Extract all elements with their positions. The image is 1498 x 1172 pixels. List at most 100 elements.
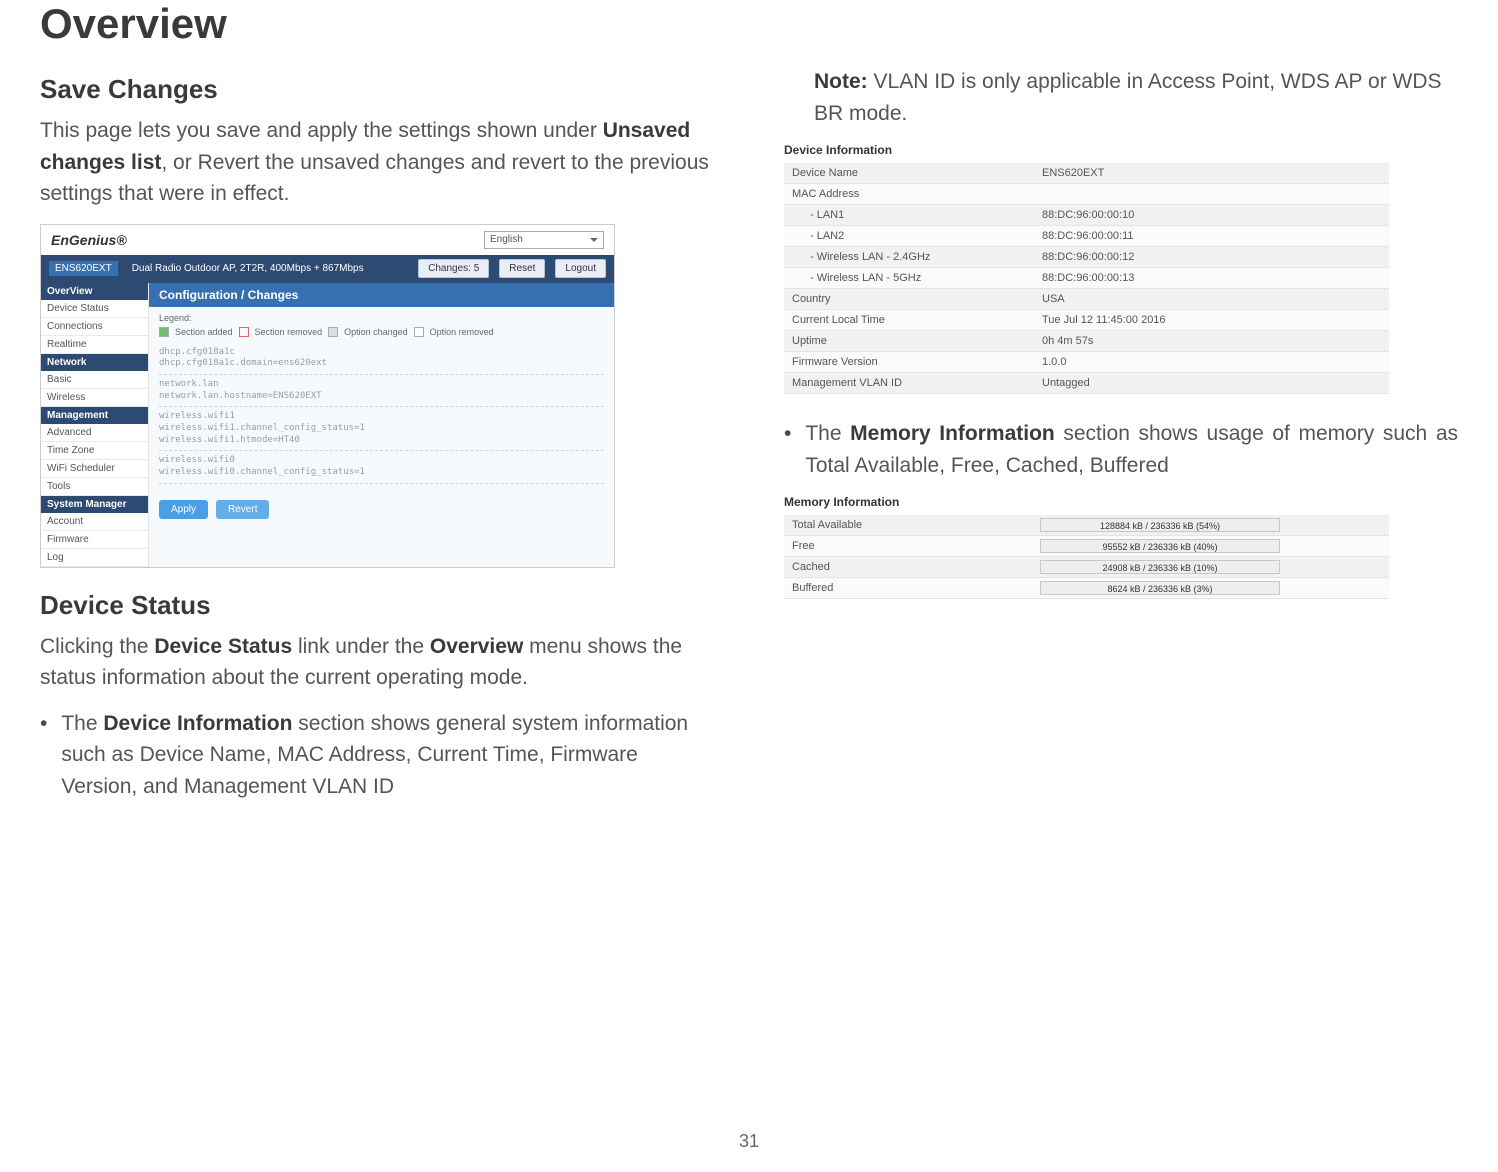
shot1-main: Configuration / Changes Legend: Section … bbox=[149, 283, 614, 567]
sidebar-header-system-manager[interactable]: System Manager bbox=[41, 496, 148, 513]
opt: wireless.wifi1 bbox=[159, 411, 604, 423]
vlan-note: Note: VLAN ID is only applicable in Acce… bbox=[784, 66, 1458, 129]
table-row: CountryUSA bbox=[784, 289, 1389, 310]
text: The bbox=[805, 422, 850, 445]
cell-value: ENS620EXT bbox=[1034, 163, 1389, 184]
right-column: Note: VLAN ID is only applicable in Acce… bbox=[784, 66, 1458, 816]
text: Clicking the bbox=[40, 635, 154, 658]
sidebar-header-management[interactable]: Management bbox=[41, 407, 148, 424]
shot1-topbar: EnGenius® English bbox=[41, 225, 614, 255]
legend-added: Section added bbox=[175, 327, 233, 337]
sidebar-item-firmware[interactable]: Firmware bbox=[41, 531, 148, 549]
opt: dhcp.cfg018a1c bbox=[159, 347, 604, 359]
text: The bbox=[61, 712, 103, 735]
sidebar-header-overview[interactable]: OverView bbox=[41, 283, 148, 300]
table-row: Uptime0h 4m 57s bbox=[784, 331, 1389, 352]
cell-value: Tue Jul 12 11:45:00 2016 bbox=[1034, 310, 1389, 331]
opt: wireless.wifi0 bbox=[159, 455, 604, 467]
left-column: Save Changes This page lets you save and… bbox=[40, 66, 714, 816]
device-status-strong: Device Status bbox=[154, 635, 292, 658]
overview-strong: Overview bbox=[430, 635, 523, 658]
sidebar-item-connections[interactable]: Connections bbox=[41, 318, 148, 336]
chevron-down-icon bbox=[590, 238, 598, 242]
progress-bar: 128884 kB / 236336 kB (54%) bbox=[1040, 518, 1280, 532]
cell-label: Uptime bbox=[784, 331, 1034, 352]
cell-value: 88:DC:96:00:00:10 bbox=[1034, 205, 1389, 226]
option-line: wireless.wifi0 wireless.wifi0.channel_co… bbox=[159, 451, 604, 483]
cell-label: Firmware Version bbox=[784, 352, 1034, 373]
shot1-body: OverView Device Status Connections Realt… bbox=[41, 283, 614, 567]
mem-bar-wrap: 8624 kB / 236336 kB (3%) bbox=[1034, 578, 1389, 598]
table-row: - LAN288:DC:96:00:00:11 bbox=[784, 226, 1389, 247]
text: This page lets you save and apply the se… bbox=[40, 119, 603, 142]
table-row: - Wireless LAN - 2.4GHz88:DC:96:00:00:12 bbox=[784, 247, 1389, 268]
revert-button[interactable]: Revert bbox=[216, 500, 269, 519]
save-changes-paragraph: This page lets you save and apply the se… bbox=[40, 115, 714, 210]
sidebar-header-network[interactable]: Network bbox=[41, 354, 148, 371]
logout-button[interactable]: Logout bbox=[555, 259, 606, 278]
two-column-layout: Save Changes This page lets you save and… bbox=[40, 66, 1458, 816]
bullet-dot-icon: • bbox=[784, 418, 791, 495]
apply-button[interactable]: Apply bbox=[159, 500, 208, 519]
cell-value: 1.0.0 bbox=[1034, 352, 1389, 373]
device-info-bullet-text: The Device Information section shows gen… bbox=[61, 708, 714, 803]
legend-swatch-added-icon bbox=[159, 327, 169, 337]
device-info-table-title: Device Information bbox=[784, 143, 1389, 157]
memory-info-table-title: Memory Information bbox=[784, 495, 1389, 509]
page-number: 31 bbox=[0, 1131, 1498, 1152]
table-row: - LAN188:DC:96:00:00:10 bbox=[784, 205, 1389, 226]
memory-info-bullet: • The Memory Information section shows u… bbox=[784, 418, 1458, 495]
legend-label: Legend: bbox=[159, 313, 604, 323]
cell-value: 0h 4m 57s bbox=[1034, 331, 1389, 352]
sidebar-item-wireless[interactable]: Wireless bbox=[41, 389, 148, 407]
option-line: wireless.wifi1 wireless.wifi1.channel_co… bbox=[159, 407, 604, 451]
legend-option-changed: Option changed bbox=[344, 327, 408, 337]
memory-row: Cached 24908 kB / 236336 kB (10%) bbox=[784, 557, 1389, 578]
config-changes-screenshot: EnGenius® English ENS620EXT Dual Radio O… bbox=[40, 224, 615, 568]
sidebar-item-realtime[interactable]: Realtime bbox=[41, 336, 148, 354]
sidebar-item-time-zone[interactable]: Time Zone bbox=[41, 442, 148, 460]
device-information-strong: Device Information bbox=[103, 712, 292, 735]
mem-value: 95552 kB / 236336 kB (40%) bbox=[1041, 540, 1279, 552]
sidebar-item-wifi-scheduler[interactable]: WiFi Scheduler bbox=[41, 460, 148, 478]
memory-row: Total Available 128884 kB / 236336 kB (5… bbox=[784, 515, 1389, 536]
cell-label: - Wireless LAN - 2.4GHz bbox=[784, 247, 1034, 268]
mem-label: Total Available bbox=[784, 515, 1034, 535]
language-select[interactable]: English bbox=[484, 231, 604, 249]
table-row: Firmware Version1.0.0 bbox=[784, 352, 1389, 373]
config-changes-title: Configuration / Changes bbox=[149, 283, 614, 307]
sidebar-item-log[interactable]: Log bbox=[41, 549, 148, 567]
sidebar-item-device-status[interactable]: Device Status bbox=[41, 300, 148, 318]
action-buttons: Apply Revert bbox=[149, 492, 614, 531]
cell-label: Device Name bbox=[784, 163, 1034, 184]
table-row: Device NameENS620EXT bbox=[784, 163, 1389, 184]
sidebar-item-basic[interactable]: Basic bbox=[41, 371, 148, 389]
options-list: dhcp.cfg018a1c dhcp.cfg018a1c.domain=ens… bbox=[149, 343, 614, 492]
sidebar-item-advanced[interactable]: Advanced bbox=[41, 424, 148, 442]
cell-value: 88:DC:96:00:00:13 bbox=[1034, 268, 1389, 289]
sidebar-item-tools[interactable]: Tools bbox=[41, 478, 148, 496]
sidebar-item-account[interactable]: Account bbox=[41, 513, 148, 531]
opt: wireless.wifi1.htmode=HT40 bbox=[159, 435, 604, 447]
save-changes-heading: Save Changes bbox=[40, 74, 714, 105]
mem-value: 128884 kB / 236336 kB (54%) bbox=[1041, 519, 1279, 531]
mem-label: Cached bbox=[784, 557, 1034, 577]
model-badge: ENS620EXT bbox=[49, 261, 118, 276]
changes-button[interactable]: Changes: 5 bbox=[418, 259, 489, 278]
progress-bar: 95552 kB / 236336 kB (40%) bbox=[1040, 539, 1280, 553]
option-line: network.lan network.lan.hostname=ENS620E… bbox=[159, 375, 604, 407]
cell-value: Untagged bbox=[1034, 373, 1389, 394]
memory-information-screenshot: Memory Information Total Available 12888… bbox=[784, 495, 1389, 599]
legend-option-removed: Option removed bbox=[430, 327, 494, 337]
mem-value: 8624 kB / 236336 kB (3%) bbox=[1041, 582, 1279, 594]
table-row: MAC Address bbox=[784, 184, 1389, 205]
reset-button[interactable]: Reset bbox=[499, 259, 545, 278]
model-description: Dual Radio Outdoor AP, 2T2R, 400Mbps + 8… bbox=[132, 263, 408, 274]
cell-value: 88:DC:96:00:00:11 bbox=[1034, 226, 1389, 247]
cell-label: - Wireless LAN - 5GHz bbox=[784, 268, 1034, 289]
cell-label: Country bbox=[784, 289, 1034, 310]
legend-swatch-removed-icon bbox=[239, 327, 249, 337]
bullet-dot-icon: • bbox=[40, 708, 47, 817]
page-title: Overview bbox=[40, 0, 1458, 48]
cell-value: USA bbox=[1034, 289, 1389, 310]
